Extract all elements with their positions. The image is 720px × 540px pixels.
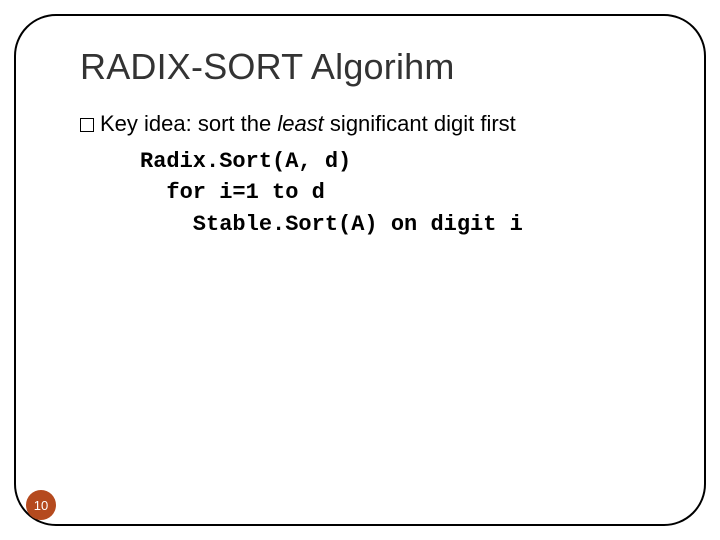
page-number: 10 <box>34 498 48 513</box>
square-bullet-icon <box>80 118 94 132</box>
key-idea-line: Key idea: sort the least significant dig… <box>80 110 670 138</box>
page-number-badge: 10 <box>26 490 56 520</box>
pseudocode-block: Radix.Sort(A, d) for i=1 to d Stable.Sor… <box>140 146 670 242</box>
slide-title: RADIX-SORT Algorihm <box>80 46 670 88</box>
slide: RADIX-SORT Algorihm Key idea: sort the l… <box>0 0 720 540</box>
code-line-2: for i=1 to d <box>140 177 670 209</box>
code-line-1: Radix.Sort(A, d) <box>140 146 670 178</box>
key-idea-text-prefix: Key idea: sort the <box>100 111 277 136</box>
key-idea-text-emph: least <box>277 111 323 136</box>
code-line-3: Stable.Sort(A) on digit i <box>140 209 670 241</box>
key-idea-text-suffix: significant digit first <box>324 111 516 136</box>
slide-content: RADIX-SORT Algorihm Key idea: sort the l… <box>80 46 670 241</box>
